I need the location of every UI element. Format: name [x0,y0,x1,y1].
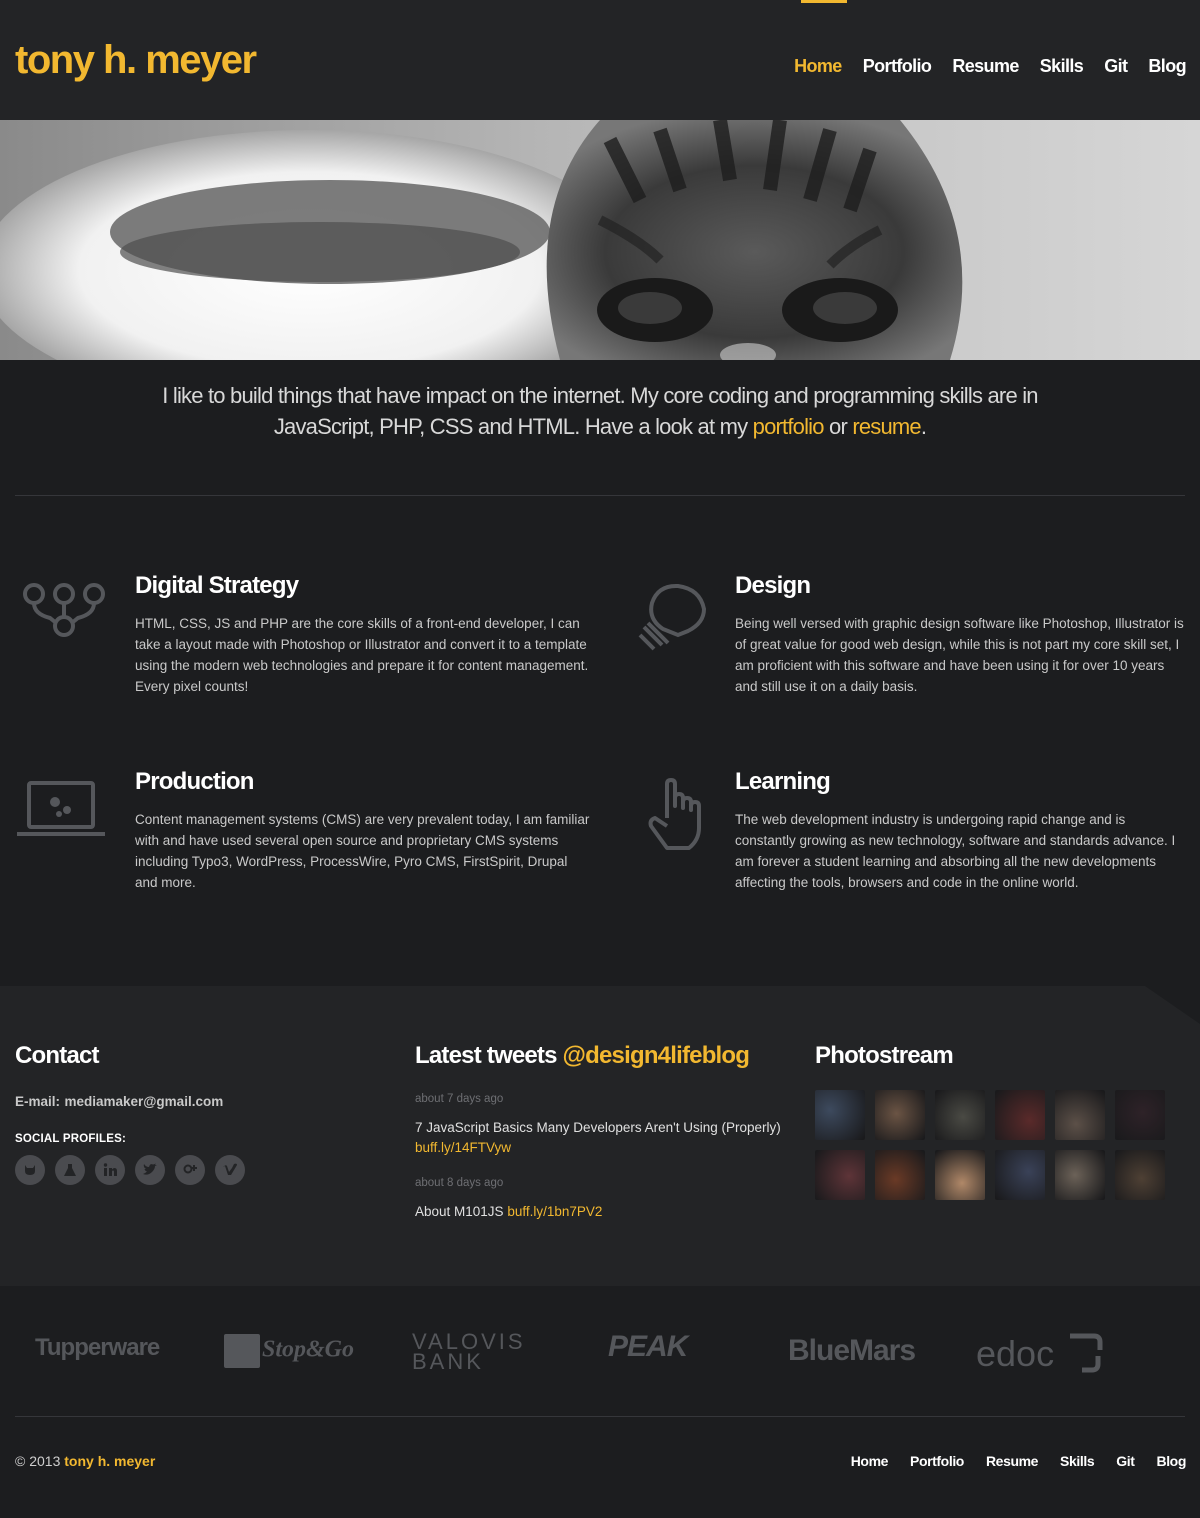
footer-nav-blog[interactable]: Blog [1156,1453,1186,1469]
tweet-body: About M101JS [415,1204,504,1219]
photostream-thumbnail[interactable] [995,1150,1045,1200]
nav-resume[interactable]: Resume [952,56,1019,77]
photostream-thumbnail[interactable] [1055,1150,1105,1200]
client-logos: Tupperware Stop&Go VALOVIS BANK PEAK Blu… [0,1286,1200,1416]
photostream-thumbnail[interactable] [1115,1090,1165,1140]
tweets-title-text: Latest tweets [415,1042,557,1069]
feature-learning: Learning The web development industry is… [735,768,1185,893]
client-logo-tupperware: Tupperware [35,1334,160,1361]
stopgo-mark-icon [224,1334,260,1368]
hero-image [0,120,1200,360]
pointing-hand-icon [645,778,707,857]
twitter-icon[interactable] [135,1155,165,1185]
feature-title: Learning [735,768,831,795]
tweet-link[interactable]: buff.ly/14FTVyw [415,1140,511,1155]
divider [15,495,1185,496]
footer-nav-skills[interactable]: Skills [1060,1453,1095,1469]
nav-git[interactable]: Git [1104,56,1128,77]
tweet-item: about 8 days ago About M101JS buff.ly/1b… [415,1177,790,1222]
email-link[interactable]: mediamaker@gmail.com [64,1094,223,1109]
tweets-title: Latest tweets @design4lifeblog [415,1042,750,1070]
intro-portfolio-link[interactable]: portfolio [753,414,825,439]
photostream-thumbnail[interactable] [935,1090,985,1140]
social-profiles [15,1155,245,1185]
photostream-thumbnail[interactable] [995,1090,1045,1140]
tweet-time: about 7 days ago [415,1093,504,1105]
intro-resume-link[interactable]: resume [852,414,921,439]
contact-title: Contact [15,1042,100,1069]
feature-text: HTML, CSS, JS and PHP are the core skill… [135,616,589,694]
feature-text: The web development industry is undergoi… [735,812,1176,890]
photostream-grid [815,1090,1165,1200]
client-logo-bluemars: BlueMars [788,1334,916,1367]
feature-title: Digital Strategy [135,572,299,599]
feature-production: Production Content management systems (C… [135,768,590,893]
feature-title: Design [735,572,811,599]
photostream-title: Photostream [815,1042,954,1069]
linkedin-icon[interactable] [95,1155,125,1185]
client-name: edoc [976,1333,1055,1374]
client-logo-edoc: edoc [976,1332,1104,1375]
tweet-text: About M101JS buff.ly/1bn7PV2 [415,1202,790,1222]
photostream-thumbnail[interactable] [1115,1150,1165,1200]
divider [15,1416,1185,1417]
laptop-gears-icon [15,780,107,845]
site-logo[interactable]: tony h. meyer [15,38,257,83]
tweet-item: about 7 days ago 7 JavaScript Basics Man… [415,1093,790,1158]
photostream-thumbnail[interactable] [875,1090,925,1140]
client-logo-valovis: VALOVIS BANK [412,1329,526,1374]
tweets-handle-link[interactable]: @design4lifeblog [563,1042,750,1069]
nav-active-indicator [801,0,847,3]
github-icon[interactable] [15,1155,45,1185]
intro-text-end: . [920,414,927,439]
intro-text: I like to build things that have impact … [130,380,1070,442]
photostream-thumbnail[interactable] [815,1090,865,1140]
nav-portfolio[interactable]: Portfolio [863,56,932,77]
network-icon [22,582,106,643]
feature-text: Being well versed with graphic design so… [735,616,1184,694]
client-name: Stop&Go [262,1336,355,1363]
nav-skills[interactable]: Skills [1040,56,1084,77]
feature-digital-strategy: Digital Strategy HTML, CSS, JS and PHP a… [135,572,590,697]
client-logo-peak: PEAK [608,1330,688,1363]
footer-notch [1145,986,1200,1024]
photostream-thumbnail[interactable] [875,1150,925,1200]
email-label: E-mail: [15,1094,61,1109]
intro-text-between: or [823,414,853,439]
footer-brand-link[interactable]: tony h. meyer [64,1453,155,1469]
edoc-mark-icon [1070,1333,1103,1373]
tweet-body: 7 JavaScript Basics Many Developers Aren… [415,1120,781,1135]
tweet-link[interactable]: buff.ly/1bn7PV2 [507,1204,602,1219]
copyright-year: © 2013 [15,1453,61,1469]
social-profiles-title: SOCIAL PROFILES: [15,1133,126,1145]
footer-nav-home[interactable]: Home [851,1453,889,1469]
photostream-thumbnail[interactable] [1055,1090,1105,1140]
contact-email: E-mail: mediamaker@gmail.com [15,1093,223,1111]
flask-icon[interactable] [55,1155,85,1185]
feature-design: Design Being well versed with graphic de… [735,572,1185,697]
footer-nav-resume[interactable]: Resume [986,1453,1038,1469]
photostream-thumbnail[interactable] [815,1150,865,1200]
copyright: © 2013 tony h. meyer [15,1453,155,1469]
nav-home[interactable]: Home [794,56,842,77]
footer-nav: Home Portfolio Resume Skills Git Blog [829,1453,1187,1469]
vimeo-icon[interactable] [215,1155,245,1185]
photostream-thumbnail[interactable] [935,1150,985,1200]
nav-blog[interactable]: Blog [1148,56,1186,77]
footer-nav-git[interactable]: Git [1116,1453,1135,1469]
lightbulb-icon [638,583,708,658]
feature-text: Content management systems (CMS) are ver… [135,812,590,890]
footer-nav-portfolio[interactable]: Portfolio [910,1453,964,1469]
feature-title: Production [135,768,254,795]
main-nav: Home Portfolio Resume Skills Git Blog [773,56,1186,77]
client-logo-stopgo: Stop&Go [224,1334,354,1368]
tweet-time: about 8 days ago [415,1177,504,1189]
google-plus-icon[interactable] [175,1155,205,1185]
tweet-text: 7 JavaScript Basics Many Developers Aren… [415,1118,790,1158]
